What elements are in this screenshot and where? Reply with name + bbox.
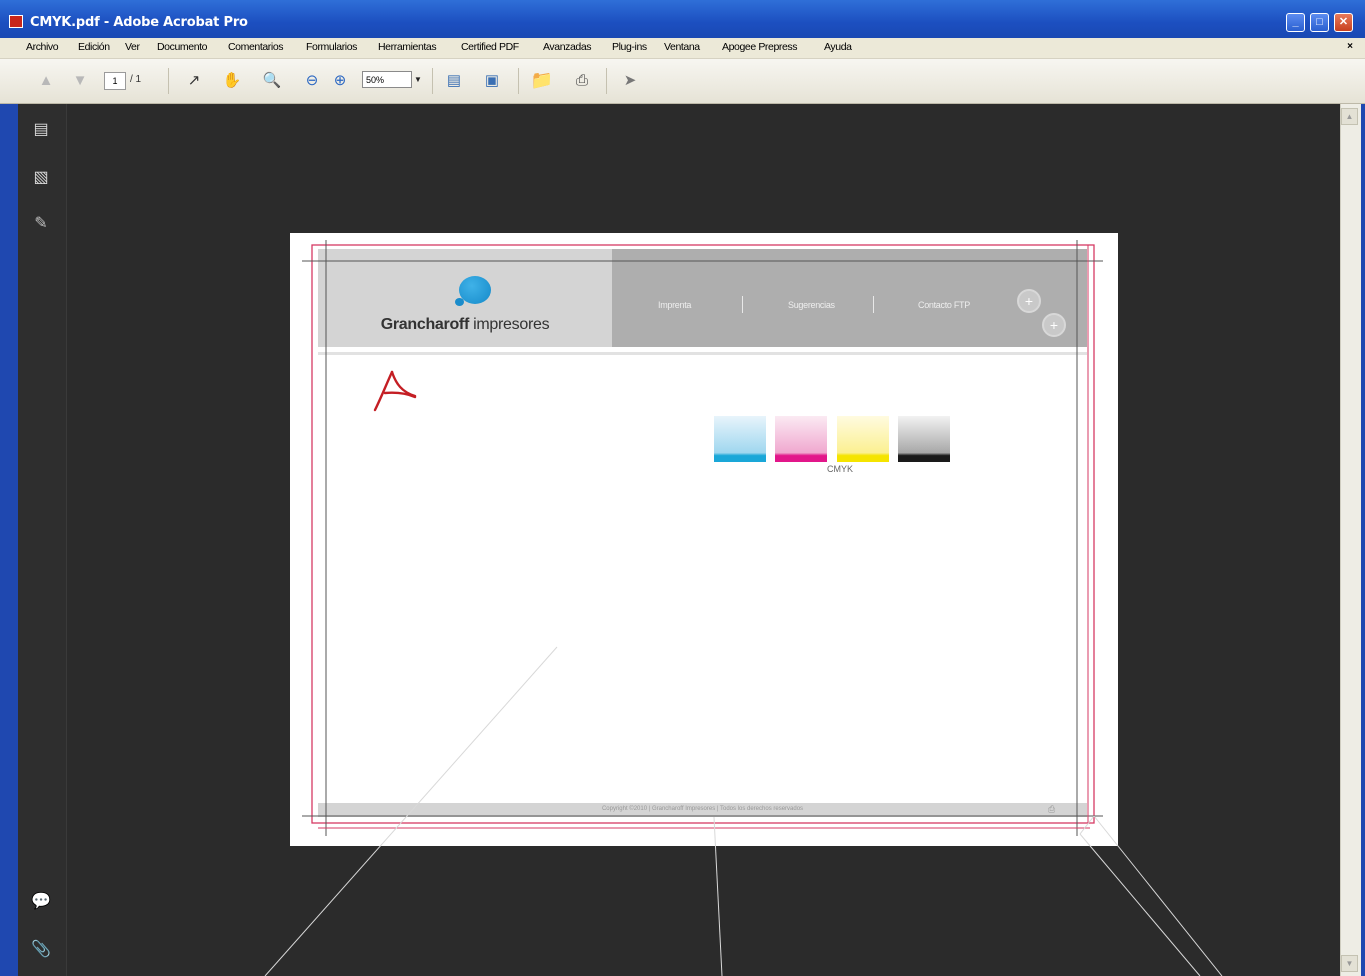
menu-bar: Archivo Edición Ver Documento Comentario… [0, 38, 1365, 59]
brand-name: Grancharoff impresores [318, 316, 612, 334]
header-divider [318, 352, 1087, 355]
page-count: / 1 [130, 74, 142, 85]
brand-logo-dot [455, 298, 464, 306]
menu-documento[interactable]: Documento [157, 41, 208, 53]
toolbar-separator [606, 68, 607, 94]
menu-edicion[interactable]: Edición [78, 41, 110, 53]
toolbar-separator [168, 68, 169, 94]
nav-separator [742, 296, 743, 313]
document-close-icon[interactable]: × [1347, 41, 1353, 52]
footer-copyright: Copyright ©2010 | Grancharoff Impresores… [601, 806, 804, 812]
yellow-swatch [837, 416, 889, 462]
nav-link-contacto-ftp: Contacto FTP [918, 300, 970, 310]
maximize-button[interactable]: □ [1310, 13, 1329, 32]
menu-avanzadas[interactable]: Avanzadas [543, 41, 592, 53]
menu-plugins[interactable]: Plug-ins [612, 41, 647, 53]
chevron-down-icon[interactable]: ▼ [412, 71, 424, 88]
open-folder-icon[interactable]: 📁 [531, 70, 553, 90]
previous-page-icon[interactable]: ▲ [36, 70, 56, 90]
comments-icon[interactable]: 💬 [30, 890, 52, 912]
hand-tool-icon[interactable]: ✋ [222, 70, 242, 90]
window-frame-right [1361, 38, 1365, 976]
printer-icon: ⎙ [1048, 804, 1056, 814]
navigation-pane: ▤ ▧ ✎ 💬 📎 [18, 104, 67, 976]
page-number-input[interactable]: 1 [104, 72, 126, 90]
menu-ayuda[interactable]: Ayuda [824, 41, 852, 53]
brand-logo-icon [459, 276, 491, 304]
nav-separator [873, 296, 874, 313]
menu-formularios[interactable]: Formularios [306, 41, 357, 53]
menu-archivo[interactable]: Archivo [26, 41, 59, 53]
window-title: CMYK.pdf - Adobe Acrobat Pro [30, 15, 248, 30]
nav-link-sugerencias: Sugerencias [788, 300, 835, 310]
black-swatch [898, 416, 950, 462]
title-bar: CMYK.pdf - Adobe Acrobat Pro _ □ ✕ [0, 0, 1365, 38]
attachments-icon[interactable]: 📎 [30, 938, 52, 960]
plus-circle-icon: + [1017, 289, 1041, 313]
next-page-icon[interactable]: ▼ [70, 70, 90, 90]
brand-name-rest: impresores [469, 316, 550, 333]
toolbar-separator [518, 68, 519, 94]
signatures-icon[interactable]: ✎ [30, 212, 52, 234]
menu-ver[interactable]: Ver [125, 41, 140, 53]
close-button[interactable]: ✕ [1334, 13, 1353, 32]
acrobat-app-icon [9, 15, 23, 28]
share-icon[interactable]: ➤ [620, 70, 640, 90]
menu-herramientas[interactable]: Herramientas [378, 41, 437, 53]
brand-name-bold: Grancharoff [380, 316, 470, 333]
bookmarks-icon[interactable]: ▧ [30, 166, 52, 188]
fit-width-icon[interactable]: ▤ [444, 70, 464, 90]
print-icon[interactable]: ⎙ [572, 70, 592, 90]
window-frame-left [0, 38, 18, 976]
menu-apogee-prepress[interactable]: Apogee Prepress [722, 41, 798, 53]
scroll-down-icon[interactable]: ▼ [1341, 955, 1358, 972]
vertical-scrollbar[interactable] [1340, 104, 1361, 976]
minimize-button[interactable]: _ [1286, 13, 1305, 32]
page-header-nav-area [612, 249, 1087, 347]
fit-page-icon[interactable]: ▣ [482, 70, 502, 90]
zoom-level-field[interactable]: 50% [362, 71, 412, 88]
select-tool-icon[interactable]: ↗ [184, 70, 204, 90]
zoom-out-icon[interactable]: ⊖ [302, 70, 322, 90]
menu-ventana[interactable]: Ventana [664, 41, 700, 53]
plus-circle-icon: + [1042, 313, 1066, 337]
zoom-in-icon[interactable]: ⊕ [330, 70, 350, 90]
swatch-label: CMYK [826, 464, 853, 474]
magenta-swatch [775, 416, 827, 462]
cyan-swatch [714, 416, 766, 462]
nav-link-imprenta: Imprenta [658, 300, 692, 310]
pages-icon[interactable]: ▤ [30, 118, 52, 140]
marquee-zoom-icon[interactable]: 🔍 [262, 70, 282, 90]
menu-certified-pdf[interactable]: Certified PDF [461, 41, 519, 53]
toolbar: ▲ ▼ 1 / 1 ↗ ✋ 🔍 ⊖ ⊕ 50% ▼ ▤ ▣ 📁 ⎙ ➤ [0, 59, 1365, 104]
menu-comentarios[interactable]: Comentarios [228, 41, 284, 53]
toolbar-separator [432, 68, 433, 94]
scroll-up-icon[interactable]: ▲ [1341, 108, 1358, 125]
